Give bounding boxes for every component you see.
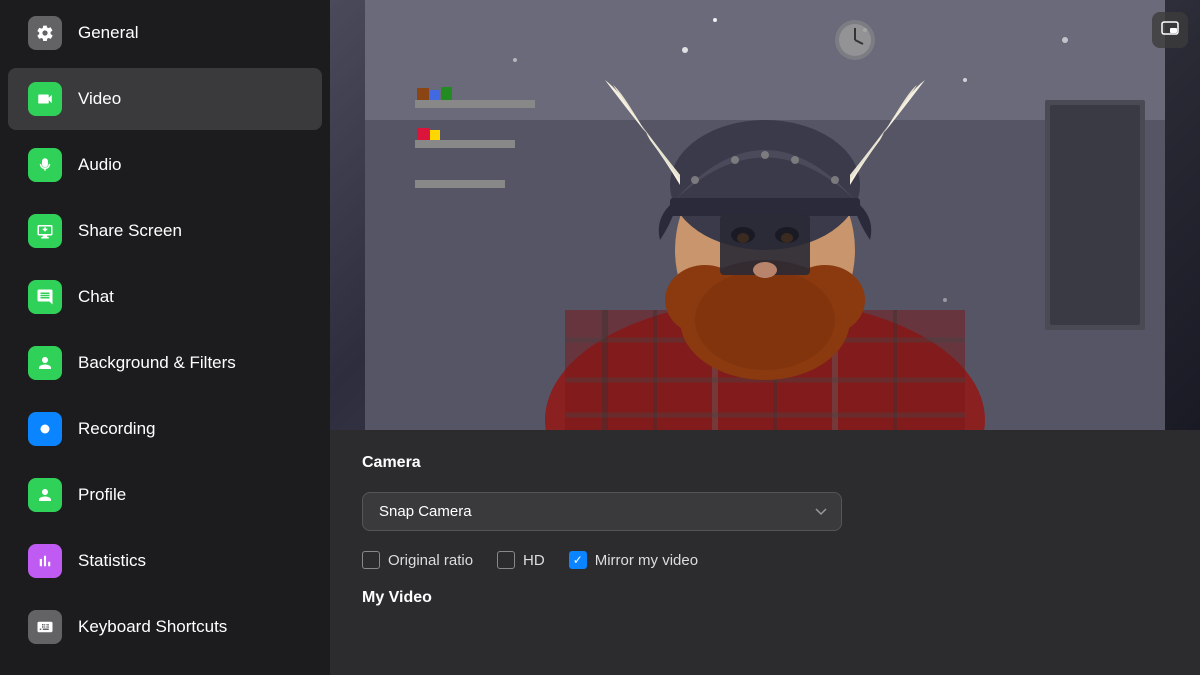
background-filters-icon — [28, 346, 62, 380]
camera-dropdown[interactable]: Snap CameraFaceTime HD CameraVirtual Cam… — [362, 492, 842, 531]
chat-icon — [28, 280, 62, 314]
mirror-video-label: Mirror my video — [595, 552, 698, 569]
camera-section-label: Camera — [362, 454, 1168, 472]
sidebar-item-recording[interactable]: Recording — [8, 398, 322, 460]
sidebar-item-audio[interactable]: Audio — [8, 134, 322, 196]
video-background — [330, 0, 1200, 430]
sidebar-item-chat-label: Chat — [78, 287, 114, 307]
general-icon — [28, 16, 62, 50]
sidebar-item-share-screen[interactable]: Share Screen — [8, 200, 322, 262]
sidebar-item-profile-label: Profile — [78, 485, 126, 505]
pip-icon — [1160, 20, 1180, 40]
main-content: Camera Snap CameraFaceTime HD CameraVirt… — [330, 0, 1200, 675]
sidebar-item-keyboard-shortcuts[interactable]: Keyboard Shortcuts — [8, 596, 322, 658]
recording-icon — [28, 412, 62, 446]
sidebar-item-general-label: General — [78, 23, 138, 43]
statistics-icon — [28, 544, 62, 578]
checkbox-row: Original ratio HD ✓ Mirror my video — [362, 551, 1168, 569]
profile-icon — [28, 478, 62, 512]
sidebar-item-recording-label: Recording — [78, 419, 156, 439]
sidebar-item-keyboard-shortcuts-label: Keyboard Shortcuts — [78, 617, 227, 637]
share-screen-icon — [28, 214, 62, 248]
sidebar-item-general[interactable]: General — [8, 2, 322, 64]
mirror-video-checkbox-item[interactable]: ✓ Mirror my video — [569, 551, 698, 569]
sidebar-item-background-filters-label: Background & Filters — [78, 353, 236, 373]
mirror-video-checkbox[interactable]: ✓ — [569, 551, 587, 569]
pip-button[interactable] — [1152, 12, 1188, 48]
sidebar-item-statistics[interactable]: Statistics — [8, 530, 322, 592]
hd-checkbox[interactable] — [497, 551, 515, 569]
original-ratio-checkbox[interactable] — [362, 551, 380, 569]
hd-label: HD — [523, 552, 545, 569]
hd-checkbox-item[interactable]: HD — [497, 551, 545, 569]
keyboard-shortcuts-icon — [28, 610, 62, 644]
sidebar-item-profile[interactable]: Profile — [8, 464, 322, 526]
original-ratio-label: Original ratio — [388, 552, 473, 569]
original-ratio-checkbox-item[interactable]: Original ratio — [362, 551, 473, 569]
sidebar-item-video-label: Video — [78, 89, 121, 109]
video-icon — [28, 82, 62, 116]
video-frame-svg — [330, 0, 1200, 430]
video-preview-container — [330, 0, 1200, 430]
sidebar-item-chat[interactable]: Chat — [8, 266, 322, 328]
sidebar-item-background-filters[interactable]: Background & Filters — [8, 332, 322, 394]
my-video-section-label: My Video — [362, 589, 1168, 607]
sidebar-item-video[interactable]: Video — [8, 68, 322, 130]
sidebar-item-share-screen-label: Share Screen — [78, 221, 182, 241]
sidebar-item-statistics-label: Statistics — [78, 551, 146, 571]
sidebar-item-audio-label: Audio — [78, 155, 121, 175]
settings-panel: Camera Snap CameraFaceTime HD CameraVirt… — [330, 430, 1200, 631]
sidebar: General Video Audio Share Screen Chat Backgro… — [0, 0, 330, 675]
audio-icon — [28, 148, 62, 182]
